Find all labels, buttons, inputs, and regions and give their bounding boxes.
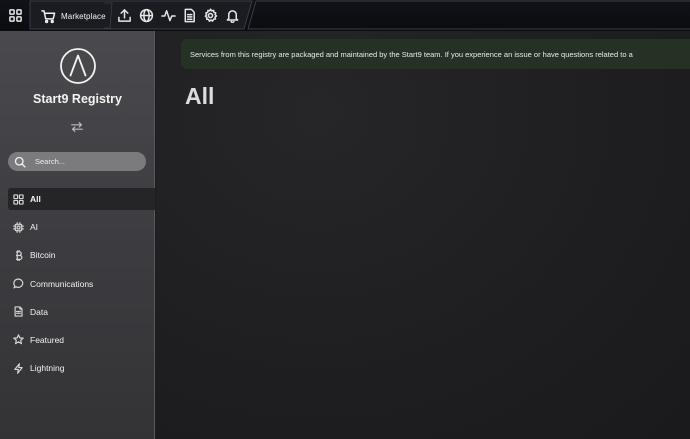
sidebar-item-bitcoin[interactable]: Bitcoin	[8, 244, 155, 266]
page-title: All	[185, 83, 215, 109]
globe-button[interactable]	[136, 5, 156, 25]
category-nav: All AI Bitcoin Communications Data Featu…	[8, 188, 155, 385]
banner-text: Services from this registry are packaged…	[190, 49, 633, 59]
chip-icon	[13, 221, 24, 233]
cart-icon	[41, 9, 56, 23]
settings-button[interactable]	[200, 5, 220, 25]
sidebar-item-label: Bitcoin	[30, 250, 56, 261]
top-bar: Marketplace	[0, 0, 690, 31]
search-icon	[14, 156, 26, 168]
sidebar-item-data[interactable]: Data	[8, 301, 155, 323]
search-box[interactable]	[8, 152, 146, 171]
sidebar-item-all[interactable]: All	[8, 188, 155, 210]
switch-registry-button[interactable]	[68, 119, 86, 135]
registry-info-banner: Services from this registry are packaged…	[181, 39, 690, 69]
activity-button[interactable]	[158, 5, 178, 25]
gear-icon	[204, 7, 217, 22]
sidebar-item-lightning[interactable]: Lightning	[8, 357, 155, 379]
sidebar-item-ai[interactable]: AI	[8, 216, 155, 238]
switch-arrows-icon	[71, 122, 83, 132]
notifications-button[interactable]	[222, 5, 242, 25]
apps-menu-button[interactable]	[5, 5, 25, 25]
bell-icon	[226, 9, 238, 23]
sidebar-item-label: All	[30, 194, 41, 204]
upload-button[interactable]	[114, 5, 134, 25]
grid-icon	[13, 193, 24, 205]
sidebar: Start9 Registry All AI	[0, 31, 155, 439]
sidebar-item-label: Communications	[30, 278, 94, 289]
tab-marketplace[interactable]: Marketplace	[36, 4, 106, 28]
sidebar-item-communications[interactable]: Communications	[8, 273, 155, 295]
chat-bubble-icon	[13, 278, 24, 289]
start9-logo-icon	[60, 48, 96, 84]
lightning-icon	[14, 362, 23, 374]
document-icon	[184, 8, 195, 22]
main-content: Services from this registry are packaged…	[156, 31, 690, 439]
activity-icon	[160, 9, 176, 21]
registry-name: Start9 Registry	[33, 92, 122, 106]
logs-button[interactable]	[179, 5, 199, 25]
search-input[interactable]	[33, 156, 143, 167]
apps-grid-icon	[8, 8, 22, 22]
sidebar-item-label: Data	[30, 306, 48, 317]
sidebar-item-label: Featured	[30, 334, 65, 345]
sidebar-item-label: AI	[30, 222, 39, 233]
upload-icon	[117, 8, 131, 22]
globe-icon	[139, 8, 153, 22]
document-icon	[14, 306, 23, 317]
star-icon	[13, 334, 24, 345]
bitcoin-icon	[15, 250, 23, 261]
sidebar-item-label: Lightning	[30, 363, 65, 374]
sidebar-item-featured[interactable]: Featured	[8, 329, 155, 351]
start9-logo	[59, 47, 97, 85]
tab-marketplace-label: Marketplace	[61, 11, 106, 21]
